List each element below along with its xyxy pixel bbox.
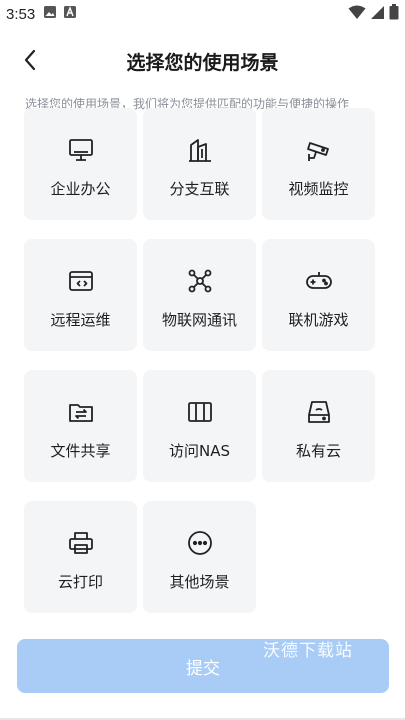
header: 选择您的使用场景 [0,40,405,84]
scene-label: 私有云 [295,442,341,460]
battery-icon [389,4,399,24]
scene-label: 其他场景 [169,573,230,591]
scene-label: 访问NAS [168,442,230,460]
status-bar: 3:53 [0,0,405,28]
scene-card-private-cloud[interactable]: 私有云 [262,370,375,482]
scene-label: 文件共享 [50,442,111,460]
monitor-icon [67,136,95,168]
scene-card-cloud-print[interactable]: 云打印 [24,501,137,613]
scene-grid: 企业办公 分支互联 视频监控 远程运维 物联网通讯 联机游戏 文件共享 访问NA… [24,108,375,613]
wifi-icon [348,5,366,24]
scene-card-enterprise-office[interactable]: 企业办公 [24,108,137,220]
gamepad-icon [305,267,333,299]
code-window-icon [67,267,95,299]
scene-card-iot-comm[interactable]: 物联网通讯 [143,239,256,351]
cctv-camera-icon [305,136,333,168]
cloud-drive-icon [305,398,333,430]
page-title: 选择您的使用场景 [126,52,279,74]
printer-icon [67,529,95,561]
scene-label: 物联网通讯 [161,311,237,329]
scene-label: 远程运维 [50,311,111,329]
iot-network-icon [186,267,214,299]
scene-label: 云打印 [57,573,103,591]
scene-label: 分支互联 [169,180,230,198]
scene-label: 联机游戏 [288,311,349,329]
folder-share-icon [67,398,95,430]
scene-card-branch-interconnect[interactable]: 分支互联 [143,108,256,220]
scene-card-file-sharing[interactable]: 文件共享 [24,370,137,482]
more-dots-icon [186,529,214,561]
scene-label: 企业办公 [50,180,111,198]
image-icon [43,5,57,23]
buildings-icon [186,136,214,168]
font-a-icon [63,5,77,23]
watermark: 沃德下载站 [263,641,353,661]
scene-card-online-gaming[interactable]: 联机游戏 [262,239,375,351]
scene-card-video-surveillance[interactable]: 视频监控 [262,108,375,220]
scene-card-access-nas[interactable]: 访问NAS [143,370,256,482]
scene-card-remote-ops[interactable]: 远程运维 [24,239,137,351]
status-time: 3:53 [6,5,36,23]
nas-icon [186,398,214,430]
scene-card-other[interactable]: 其他场景 [143,501,256,613]
signal-icon [370,5,385,24]
scene-label: 视频监控 [288,180,349,198]
